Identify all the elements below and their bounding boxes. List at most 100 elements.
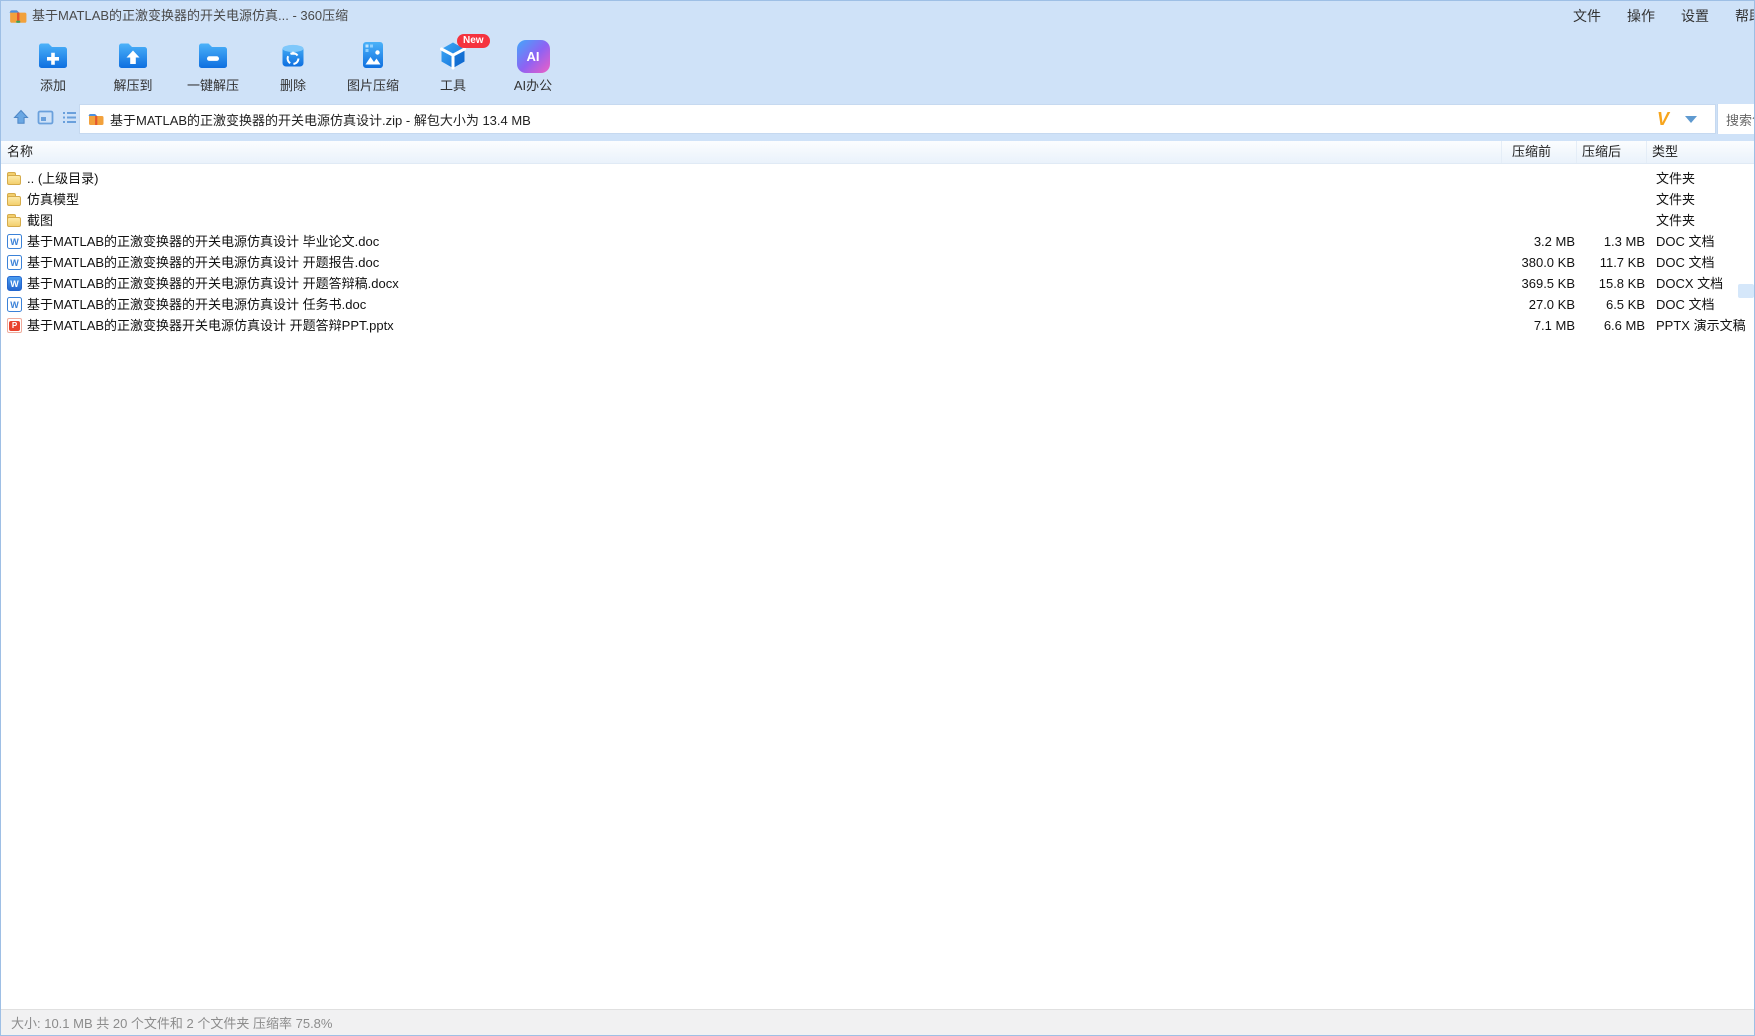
size-after: 6.6 MB xyxy=(1603,318,1645,333)
file-list-rows: .. (上级目录) 文件夹 仿真模型 文件夹 截图 文件夹 基于 xyxy=(1,164,1754,336)
file-type: 文件夹 xyxy=(1656,192,1696,207)
file-name: 基于MATLAB的正激变换器的开关电源仿真设计 开题报告.doc xyxy=(27,255,380,270)
image-compress-icon xyxy=(354,36,392,74)
image-compress-button[interactable]: 图片压缩 xyxy=(333,36,413,94)
one-click-extract-icon xyxy=(194,36,232,74)
ai-office-label: AI办公 xyxy=(513,78,553,93)
status-bar: 大小: 10.1 MB 共 20 个文件和 2 个文件夹 压缩率 75.8% xyxy=(1,1009,1754,1035)
file-row[interactable]: 仿真模型 文件夹 xyxy=(1,189,1754,210)
size-before: 369.5 KB xyxy=(1521,276,1576,291)
new-badge: New xyxy=(457,34,490,48)
file-row[interactable]: 基于MATLAB的正激变换器的开关电源仿真设计 任务书.doc 27.0 KB … xyxy=(1,294,1754,315)
add-button[interactable]: 添加 xyxy=(13,36,93,94)
file-row[interactable]: 基于MATLAB的正激变换器的开关电源仿真设计 开题答辩稿.docx 369.5… xyxy=(1,273,1754,294)
size-before: 7.1 MB xyxy=(1533,318,1575,333)
file-name: 基于MATLAB的正激变换器的开关电源仿真设计 毕业论文.doc xyxy=(27,234,380,249)
size-after: 1.3 MB xyxy=(1603,234,1645,249)
ai-office-icon: AI xyxy=(514,36,552,74)
add-folder-icon xyxy=(34,36,72,74)
list-view-icon xyxy=(62,111,76,123)
file-row[interactable]: 基于MATLAB的正激变换器的开关电源仿真设计 毕业论文.doc 3.2 MB … xyxy=(1,231,1754,252)
extract-to-icon xyxy=(114,36,152,74)
doc-icon xyxy=(7,297,22,312)
extract-to-button[interactable]: 解压到 xyxy=(93,36,173,94)
archive-file-icon xyxy=(88,114,104,125)
file-name: 截图 xyxy=(27,213,54,228)
menu-file[interactable]: 文件 xyxy=(1573,6,1601,26)
file-type: 文件夹 xyxy=(1656,171,1696,186)
one-click-extract-button[interactable]: 一键解压 xyxy=(173,36,253,94)
file-row[interactable]: 基于MATLAB的正激变换器的开关电源仿真设计 开题报告.doc 380.0 K… xyxy=(1,252,1754,273)
docx-icon xyxy=(7,276,22,291)
size-after: 11.7 KB xyxy=(1599,255,1645,270)
up-directory-button[interactable] xyxy=(11,107,31,127)
file-row[interactable]: 基于MATLAB的正激变换器开关电源仿真设计 开题答辩PPT.pptx 7.1 … xyxy=(1,315,1754,336)
pptx-icon xyxy=(7,318,22,333)
file-name: 基于MATLAB的正激变换器的开关电源仿真设计 开题答辩稿.docx xyxy=(27,276,399,291)
one-click-extract-label: 一键解压 xyxy=(186,78,239,93)
status-text: 大小: 10.1 MB 共 20 个文件和 2 个文件夹 压缩率 75.8% xyxy=(11,1016,333,1031)
list-view-button[interactable] xyxy=(59,107,79,127)
address-row: 基于MATLAB的正激变换器的开关电源仿真设计.zip - 解包大小为 13.4… xyxy=(1,97,1754,141)
size-before: 380.0 KB xyxy=(1521,255,1576,270)
search-placeholder-text: 搜索包 xyxy=(1726,112,1754,128)
column-header-before[interactable]: 压缩前 xyxy=(1502,141,1577,163)
size-before xyxy=(1502,168,1577,189)
file-row[interactable]: 截图 文件夹 xyxy=(1,210,1754,231)
search-input[interactable]: 搜索包 xyxy=(1717,104,1754,134)
ai-office-button[interactable]: AI AI办公 xyxy=(493,36,573,94)
panel-view-button[interactable] xyxy=(35,107,55,127)
file-type: PPTX 演示文稿 xyxy=(1656,318,1746,333)
address-bar-input[interactable]: 基于MATLAB的正激变换器的开关电源仿真设计.zip - 解包大小为 13.4… xyxy=(79,104,1716,134)
image-compress-label: 图片压缩 xyxy=(346,78,399,93)
tools-label: 工具 xyxy=(439,78,466,93)
add-label: 添加 xyxy=(39,78,66,93)
file-name: 仿真模型 xyxy=(27,192,80,207)
file-type: DOC 文档 xyxy=(1656,255,1715,270)
folder-icon xyxy=(7,213,22,228)
file-name: 基于MATLAB的正激变换器开关电源仿真设计 开题答辩PPT.pptx xyxy=(27,318,394,333)
file-name: 基于MATLAB的正激变换器的开关电源仿真设计 任务书.doc xyxy=(27,297,367,312)
file-row[interactable]: .. (上级目录) 文件夹 xyxy=(1,168,1754,189)
file-type: 文件夹 xyxy=(1656,213,1696,228)
folder-icon xyxy=(7,171,22,186)
size-before xyxy=(1502,210,1577,231)
up-arrow-icon xyxy=(13,109,29,124)
archive-app-icon xyxy=(9,10,27,23)
size-after: 15.8 KB xyxy=(1598,276,1645,291)
column-header-name[interactable]: 名称 xyxy=(1,141,1502,163)
size-after xyxy=(1577,210,1647,231)
scrollbar-thumb[interactable] xyxy=(1738,284,1754,298)
menu-actions[interactable]: 操作 xyxy=(1627,6,1655,26)
size-after: 6.5 KB xyxy=(1605,297,1645,312)
delete-label: 删除 xyxy=(279,78,306,93)
tools-button[interactable]: New 工具 xyxy=(413,34,493,94)
file-name: .. (上级目录) xyxy=(27,171,99,186)
file-type: DOC 文档 xyxy=(1656,234,1715,249)
doc-icon xyxy=(7,234,22,249)
menu-settings[interactable]: 设置 xyxy=(1681,6,1709,26)
app-window: 基于MATLAB的正激变换器的开关电源仿真... - 360压缩 文件 操作 设… xyxy=(0,0,1755,1036)
size-before: 27.0 KB xyxy=(1528,297,1575,312)
size-after xyxy=(1577,189,1647,210)
column-header-type[interactable]: 类型 xyxy=(1647,141,1754,163)
title-bar: 基于MATLAB的正激变换器的开关电源仿真... - 360压缩 文件 操作 设… xyxy=(1,1,1754,31)
menu-help[interactable]: 帮助 xyxy=(1735,6,1754,26)
size-before: 3.2 MB xyxy=(1533,234,1575,249)
column-header-after[interactable]: 压缩后 xyxy=(1577,141,1647,163)
toolbar: 添加 解压到 一键解压 删除 图片压缩 New 工具 AI AI办公 xyxy=(1,31,1754,97)
delete-trash-icon xyxy=(274,36,312,74)
extract-to-label: 解压到 xyxy=(113,78,153,93)
folder-icon xyxy=(7,192,22,207)
panel-view-icon xyxy=(37,110,53,124)
list-header: 名称 压缩前 压缩后 类型 xyxy=(1,141,1754,164)
v-logo[interactable]: V xyxy=(1657,110,1669,128)
size-after xyxy=(1577,168,1647,189)
archive-path-text: 基于MATLAB的正激变换器的开关电源仿真设计.zip - 解包大小为 13.4… xyxy=(110,112,531,128)
menu-bar: 文件 操作 设置 帮助 xyxy=(1573,1,1754,31)
delete-button[interactable]: 删除 xyxy=(253,36,333,94)
doc-icon xyxy=(7,255,22,270)
size-before xyxy=(1502,189,1577,210)
address-dropdown-arrow-icon[interactable] xyxy=(1685,115,1697,123)
file-list: .. (上级目录) 文件夹 仿真模型 文件夹 截图 文件夹 基于 xyxy=(1,164,1754,1009)
